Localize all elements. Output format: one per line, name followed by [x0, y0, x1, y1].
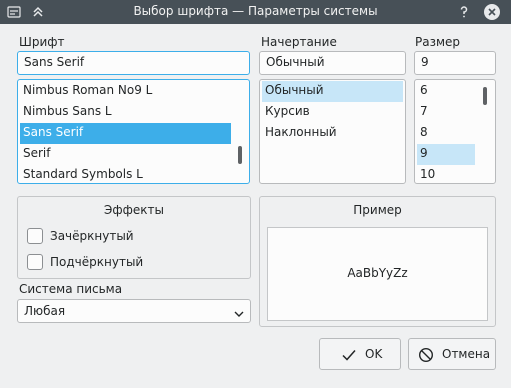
writing-system-value: Любая: [24, 304, 66, 318]
help-icon[interactable]: [456, 4, 472, 20]
size-input[interactable]: 9: [414, 51, 496, 75]
title-bar: Выбор шрифта — Параметры системы: [0, 0, 511, 24]
sample-title: Пример: [353, 203, 402, 217]
effects-title: Эффекты: [104, 203, 164, 217]
style-list-item[interactable]: Наклонный: [262, 123, 403, 144]
writing-system-select[interactable]: Любая: [17, 299, 251, 323]
size-list-item[interactable]: 8: [417, 123, 475, 144]
style-input[interactable]: Обычный: [259, 51, 406, 75]
cancel-button[interactable]: Отмена: [408, 338, 496, 370]
style-label: Начертание: [261, 35, 337, 49]
font-list-item[interactable]: Serif: [20, 144, 234, 165]
strikeout-label[interactable]: Зачёркнутый: [50, 229, 134, 243]
size-list-item[interactable]: 6: [417, 81, 475, 102]
underline-checkbox[interactable]: [27, 254, 43, 270]
size-list-item[interactable]: 10: [417, 165, 475, 183]
style-list-item-selected[interactable]: Обычный: [262, 81, 403, 102]
style-list-item[interactable]: Курсив: [262, 102, 403, 123]
font-dialog: Выбор шрифта — Параметры системы Шрифт S…: [0, 0, 511, 388]
size-label: Размер: [415, 35, 461, 49]
chevron-down-icon: [234, 307, 244, 317]
font-list-scrollbar[interactable]: [238, 146, 242, 164]
cancel-icon: [418, 347, 434, 363]
size-list[interactable]: 6 7 8 9 10: [414, 79, 496, 184]
size-list-item[interactable]: 7: [417, 102, 475, 123]
ok-label: OK: [365, 347, 383, 361]
font-list-item[interactable]: Nimbus Roman No9 L: [20, 81, 234, 102]
cancel-label: Отмена: [442, 347, 491, 361]
size-list-scrollbar[interactable]: [483, 87, 487, 105]
font-name-input[interactable]: Sans Serif: [17, 51, 250, 75]
checkmark-icon: [341, 347, 357, 363]
underline-label[interactable]: Подчёркнутый: [50, 255, 143, 269]
font-list-item[interactable]: Standard Symbols L: [20, 165, 234, 183]
font-list-item[interactable]: Nimbus Sans L: [20, 102, 234, 123]
style-list[interactable]: Обычный Курсив Наклонный: [259, 79, 406, 184]
sample-text: AaBbYyZz: [347, 266, 408, 280]
sample-preview: AaBbYyZz: [267, 227, 488, 321]
size-list-item-selected[interactable]: 9: [417, 144, 475, 165]
strikeout-checkbox[interactable]: [27, 228, 43, 244]
ok-button[interactable]: OK: [319, 338, 401, 370]
writing-system-label: Система письма: [19, 282, 123, 296]
font-label: Шрифт: [19, 35, 65, 49]
font-list[interactable]: Nimbus Roman No9 L Nimbus Sans L Sans Se…: [17, 79, 250, 184]
font-list-item-selected[interactable]: Sans Serif: [20, 123, 231, 144]
close-window-icon[interactable]: [484, 4, 500, 20]
window-title: Выбор шрифта — Параметры системы: [133, 4, 378, 18]
